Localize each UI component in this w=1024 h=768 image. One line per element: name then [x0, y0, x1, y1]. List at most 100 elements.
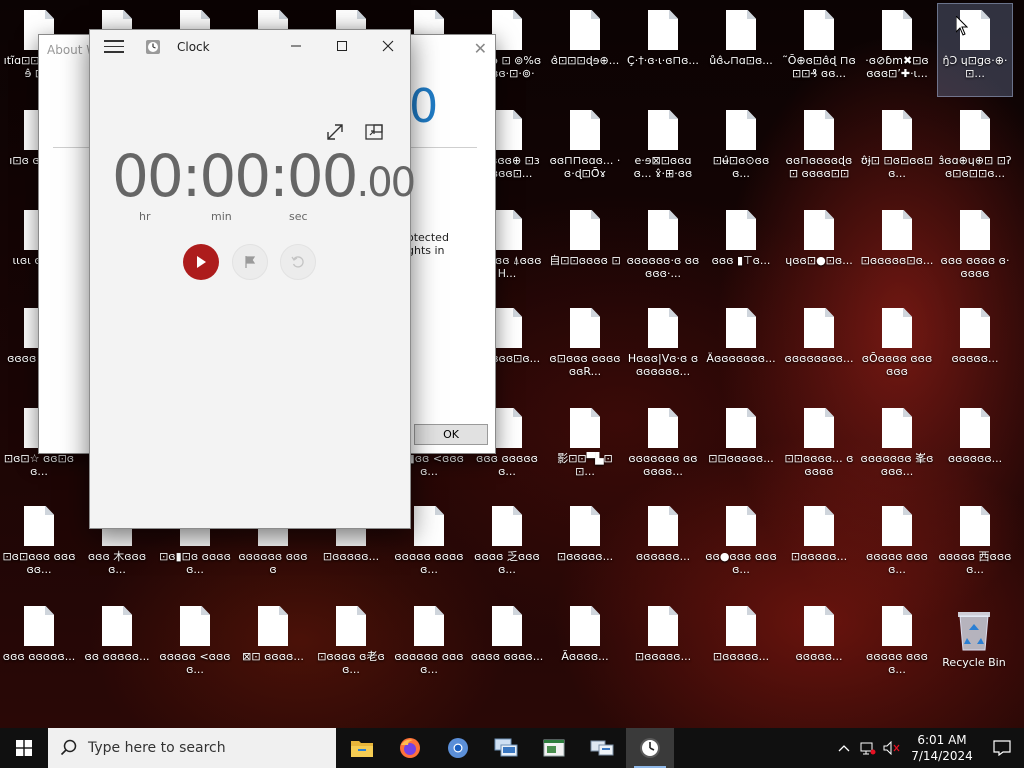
desktop-file-icon[interactable]: ɞɞɞɞɞɞ... — [938, 402, 1012, 494]
desktop-file-icon[interactable]: ɞɞ⊓ɞɞɞɞɖɞ⊡ ɞɞɞɞ⊡⊡ɑ... — [782, 104, 856, 196]
recycle-bin[interactable]: Recycle Bin — [937, 604, 1011, 696]
notification-button[interactable] — [980, 728, 1024, 768]
desktop-file-icon[interactable]: ɞɞɞɞɞ ɞɞɞɞ... — [860, 500, 934, 592]
file-icon — [726, 308, 756, 348]
file-icon — [24, 506, 54, 546]
taskbar-network-app[interactable] — [482, 728, 530, 768]
stopwatch-fraction: .00 — [356, 160, 417, 206]
taskbar-remote-app[interactable] — [578, 728, 626, 768]
desktop-file-icon[interactable]: ⊠⊡ ɞɞɞɞ... — [236, 600, 310, 692]
ok-button[interactable]: OK — [414, 424, 488, 445]
desktop-file-label: ɞɞɞ 木ɞɞɞɞ... — [87, 550, 147, 576]
desktop-file-label: ɞɞɞɞɞɞ ɞɞɞɞ — [238, 550, 308, 576]
desktop-file-icon[interactable]: ɞɞɞ ɞɞɞɞɞ... — [2, 600, 76, 692]
desktop-file-icon[interactable]: ˜Ō⊕ɞ⊡ɞ̂ɖ ⊓ɞ ⊡⊡₰ ɞɞ... — [782, 4, 856, 96]
minimize-button[interactable] — [273, 30, 319, 62]
taskbar-clock-text[interactable]: 6:01 AM 7/14/2024 — [904, 732, 980, 764]
desktop-file-icon[interactable]: ⊡⊡ɞɞɞɞɞ... — [704, 402, 778, 494]
desktop-file-icon[interactable]: e·ɘ⊠⊡ɞɞɑɞ... ɤ̂·⊞·ɞɞɞ... — [626, 104, 700, 196]
file-icon — [648, 210, 678, 250]
taskbar-firefox[interactable] — [386, 728, 434, 768]
desktop-file-icon[interactable]: ɞɞɞɞ 乏ɞɞɞɞ... — [470, 500, 544, 592]
close-button[interactable] — [365, 30, 411, 62]
file-icon — [882, 606, 912, 646]
desktop-file-icon[interactable]: ɞɞɞɞɞɞɞ 峯ɞɞɞɞ... — [860, 402, 934, 494]
desktop-file-label: ⊡ɞɞɞɞɞ⊡ɞ... — [860, 254, 934, 267]
reset-button[interactable] — [280, 244, 316, 280]
clock-window: Clock 00:00:00.00 hr min sec — [89, 29, 416, 529]
maximize-button[interactable] — [319, 30, 365, 62]
desktop-file-icon[interactable]: ɥɞɞ⊡●⊡ɞ... — [782, 204, 856, 296]
desktop-file-icon[interactable]: ŋ̂Ɔ ɥ⊡ɡɞ·⊕·⊡... — [937, 3, 1013, 97]
desktop-file-icon[interactable]: ɞɞɞ ɞɞɞɞ ɞ·ɞɞɞɞ — [938, 204, 1012, 296]
desktop-file-icon[interactable]: Hɞɞɞ|Vɞ·ɞ ɞɞɞɞɞɞɞ... — [626, 302, 700, 394]
desktop-file-icon[interactable]: ɞɞ●ɞɞɞ ɞɞɞɞ... — [704, 500, 778, 592]
desktop-file-label: ⊡ɞɞɞɞɞ... — [556, 550, 614, 563]
menu-icon[interactable] — [104, 40, 124, 54]
desktop-file-icon[interactable]: ɞɞɞ ▮⊤ɞ... — [704, 204, 778, 296]
taskbar-window-app[interactable] — [530, 728, 578, 768]
desktop-file-icon[interactable]: 影⊡⊡▀▙⊡⊡... — [548, 402, 622, 494]
desktop-file-icon[interactable]: ůɞ̂ᴗ⊓ɑ⊡ɞ... — [704, 4, 778, 96]
desktop-file-icon[interactable]: Ãɞɞɞɞ... — [548, 600, 622, 692]
taskbar-clock[interactable] — [626, 728, 674, 768]
desktop-file-label: Äɞɞɞɞɞɞɞ... — [706, 352, 776, 365]
desktop-file-icon[interactable]: ⊡ʉ̂⊡ɞ⊙ɞɞɞ... — [704, 104, 778, 196]
desktop-file-icon[interactable]: ɞɞɞɞɞɞ ɞɞɞɞ... — [392, 600, 466, 692]
desktop-file-icon[interactable]: ɞɞɞɞɞ... — [938, 302, 1012, 394]
notification-icon — [993, 740, 1011, 756]
desktop-file-icon[interactable]: ɞɞɞɞɞɞ... — [626, 500, 700, 592]
file-icon — [804, 606, 834, 646]
desktop-file-icon[interactable]: ɞɞ ɞɞɞɞɞ... — [80, 600, 154, 692]
desktop-file-label: ⊡ɞɞɞɞɞ... — [712, 650, 770, 663]
desktop-file-icon[interactable]: ʊ̂ɉ⊡ ⊡ɞ⊡ɞɞ⊡ɞ... — [860, 104, 934, 196]
desktop-file-icon[interactable]: ɞ̂⊡⊡⊡ɖɘ⊕... — [548, 4, 622, 96]
desktop-file-icon[interactable]: ⊡ɞɞɞɞɞ... — [782, 500, 856, 592]
desktop-file-label: ɞɞɞɞɞ ɞɞɞɞ... — [866, 550, 928, 576]
desktop-file-icon[interactable]: ɞɞɞɞɞ 西ɞɞɞɞ... — [938, 500, 1012, 592]
volume-muted-icon[interactable] — [880, 728, 904, 768]
about-close-button[interactable]: ✕ — [474, 39, 487, 58]
desktop-file-icon[interactable]: Ç̂·†·ɞ·ɩ·ɞ⊓ɞ... — [626, 4, 700, 96]
clock-titlebar[interactable]: Clock — [90, 30, 410, 64]
desktop-file-icon[interactable]: ɜ̂ɞɑ⊕ɥ⊕⊡ ⊡ʔɞ⊡ɞ⊡⊡ɞ... — [938, 104, 1012, 196]
desktop-file-icon[interactable]: ɞɞɞɞɞɞɞɞ... — [782, 302, 856, 394]
desktop-file-icon[interactable]: ɞɞɞɞɞ... — [782, 600, 856, 692]
desktop-file-icon[interactable]: ⊡ɞɞɞɞɞ... — [548, 500, 622, 592]
network-icon[interactable] — [856, 728, 880, 768]
desktop-file-icon[interactable]: ɞɞ⊓⊓ɞɑɞ... ·ɞ·ɖ⊡Ō̂ɤ — [548, 104, 622, 196]
desktop-file-icon[interactable]: ⊡ɞɞɞɞ ɞ老ɞɞ... — [314, 600, 388, 692]
desktop-file-icon[interactable]: ⊡⊡ɞɞɞɞ... ɞɞɞɞɞ — [782, 402, 856, 494]
desktop-file-icon[interactable]: 自⊡⊡ɞɞɞɞ ⊡ — [548, 204, 622, 296]
desktop-file-icon[interactable]: ɞɞɞɞ ɞɞɞɞ... — [470, 600, 544, 692]
desktop-file-label: ŋ̂Ɔ ɥ⊡ɡɞ·⊕·⊡... — [942, 54, 1008, 80]
desktop-file-icon[interactable]: ⊡ɞ⊡ɞɞɞ ɞɞɞɞɞ... — [2, 500, 76, 592]
desktop-file-icon[interactable]: ɞɞɞɞɞɞɞ ɞɞɞɞɞɞ... — [626, 402, 700, 494]
start-button[interactable] — [0, 728, 48, 768]
desktop-file-label: Ãɞɞɞɞ... — [561, 650, 609, 663]
desktop-file-icon[interactable]: ɞŌɞɞɞɞ ɞɞɞɞɞɞ — [860, 302, 934, 394]
desktop-file-icon[interactable]: Äɞɞɞɞɞɞɞ... — [704, 302, 778, 394]
file-icon — [648, 110, 678, 150]
chevron-up-icon[interactable] — [832, 728, 856, 768]
taskbar-search-box[interactable]: Type here to search — [48, 728, 336, 768]
desktop-file-icon[interactable]: ⊡ɞɞɞɞɞ... — [626, 600, 700, 692]
compact-overlay-icon[interactable] — [362, 120, 386, 144]
desktop-file-icon[interactable]: ɞɞɞɞɞɞ·ɞ ɞɞɞɞɞ·... — [626, 204, 700, 296]
desktop-file-label: ɞɞɞɞɞ ɞɞɞɞɞ... — [394, 550, 464, 576]
desktop-file-icon[interactable]: ·ɞ⊘ɓm✖⊡ɞ ɞɞɞ⊡ʼ✚·ɩ... — [860, 4, 934, 96]
desktop-file-icon[interactable]: ⊡ɞɞɞɞɞ⊡ɞ... — [860, 204, 934, 296]
desktop-file-icon[interactable]: ɞɞɞɞɞ ɞɞɞɞ... — [860, 600, 934, 692]
start-button[interactable] — [183, 244, 219, 280]
desktop-file-label: ɞɞɞɞ ɞɞɞɞ... — [470, 650, 544, 663]
desktop-file-icon[interactable]: ɞ⊡ɞɞɞ ɞɞɞɞɞɞR... — [548, 302, 622, 394]
desktop-file-icon[interactable]: ⊡ɞɞɞɞɞ... — [704, 600, 778, 692]
desktop-file-icon[interactable]: ɞɞɞɞɞ <ɞɞɞɞ... — [158, 600, 232, 692]
taskbar: Type here to search 6:01 AM 7/14/2024 — [0, 728, 1024, 768]
file-icon — [804, 408, 834, 448]
expand-icon[interactable] — [323, 120, 347, 144]
taskbar-file-explorer[interactable] — [338, 728, 386, 768]
lap-button[interactable] — [232, 244, 268, 280]
taskbar-chromium[interactable] — [434, 728, 482, 768]
desktop-file-label: ɞɞɞ ɞɞɞɞ ɞ·ɞɞɞɞ — [940, 254, 1010, 280]
